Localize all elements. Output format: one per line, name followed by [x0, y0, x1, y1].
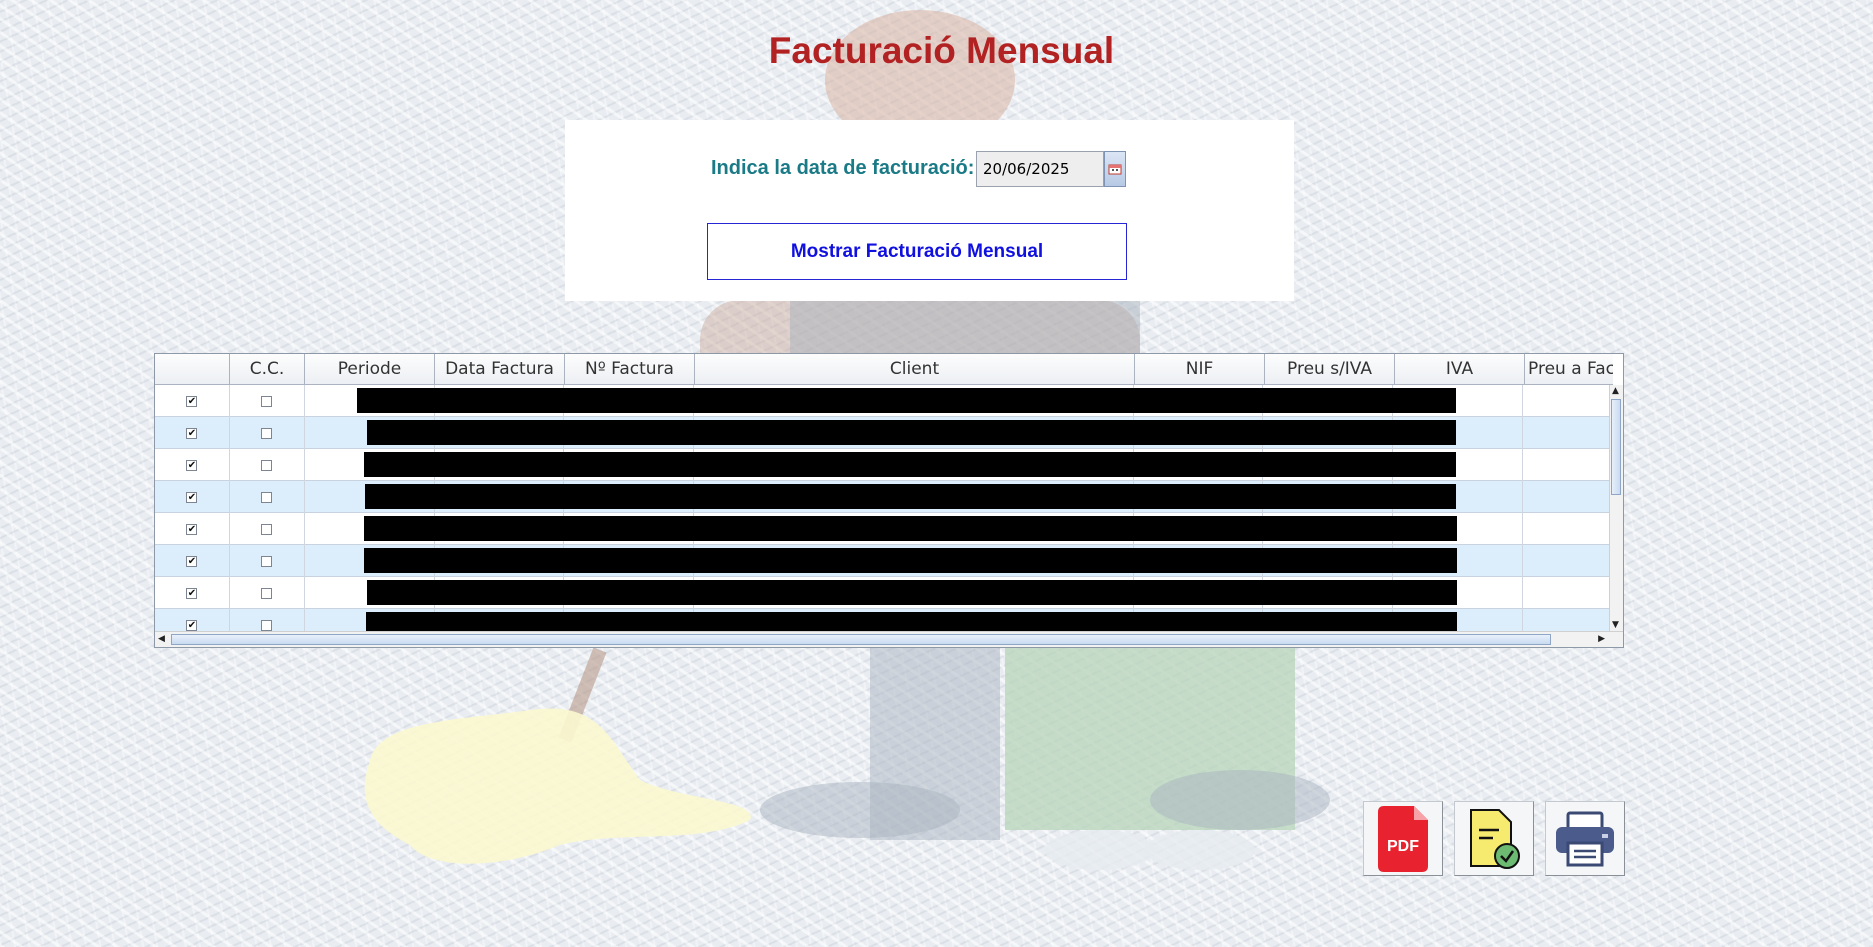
table-row[interactable]: ✔: [155, 609, 1612, 631]
cc-checkbox[interactable]: [261, 587, 273, 599]
table-row[interactable]: ✔: [155, 449, 1612, 481]
validate-invoices-button[interactable]: [1454, 801, 1534, 876]
select-checkbox[interactable]: ✔: [186, 619, 198, 631]
table-cell: [1523, 385, 1612, 417]
select-checkbox[interactable]: ✔: [186, 587, 198, 599]
billing-form-panel: Indica la data de facturació: Mostrar Fa…: [565, 120, 1294, 301]
table-body: ✔ ✔ ✔ ✔ ✔ ✔ ✔ ✔: [155, 385, 1612, 631]
redacted-content: [364, 452, 1456, 477]
cc-checkbox[interactable]: [261, 427, 273, 439]
table-cell: [1523, 609, 1612, 631]
vertical-scroll-thumb[interactable]: [1611, 399, 1621, 495]
table-cell: [1523, 481, 1612, 513]
table-row[interactable]: ✔: [155, 385, 1612, 417]
cc-checkbox[interactable]: [261, 619, 273, 631]
table-row[interactable]: ✔: [155, 545, 1612, 577]
select-cell[interactable]: ✔: [155, 385, 230, 417]
cc-checkbox[interactable]: [261, 395, 273, 407]
redacted-content: [357, 388, 1456, 413]
cc-checkbox[interactable]: [261, 459, 273, 471]
column-header-cc[interactable]: C.C.: [230, 354, 305, 385]
table-cell: [1523, 417, 1612, 449]
select-cell[interactable]: ✔: [155, 513, 230, 545]
page-title: Facturació Mensual: [768, 30, 1115, 71]
column-header-client[interactable]: Client: [695, 354, 1135, 385]
billing-date-input[interactable]: [976, 151, 1104, 187]
column-header-preu-facturar[interactable]: Preu a Fac: [1525, 354, 1613, 385]
pdf-icon: PDF: [1378, 805, 1428, 872]
select-checkbox[interactable]: ✔: [186, 427, 198, 439]
redacted-content: [365, 484, 1456, 509]
redacted-content: [367, 420, 1456, 445]
table-row[interactable]: ✔: [155, 481, 1612, 513]
table-cell: [1523, 449, 1612, 481]
horizontal-scrollbar[interactable]: ◀ ▶: [155, 631, 1623, 647]
scroll-down-icon[interactable]: ▼: [1612, 619, 1619, 631]
cc-checkbox[interactable]: [261, 555, 273, 567]
table-row[interactable]: ✔: [155, 577, 1612, 609]
print-button[interactable]: [1545, 801, 1625, 876]
cc-cell[interactable]: [230, 609, 305, 631]
table-header: C.C. Periode Data Factura Nº Factura Cli…: [155, 354, 1613, 385]
select-cell[interactable]: ✔: [155, 481, 230, 513]
cc-checkbox[interactable]: [261, 523, 273, 535]
column-header-num-factura[interactable]: Nº Factura: [565, 354, 695, 385]
table-row[interactable]: ✔: [155, 417, 1612, 449]
calendar-picker-button[interactable]: [1104, 151, 1126, 187]
select-checkbox[interactable]: ✔: [186, 523, 198, 535]
cc-checkbox[interactable]: [261, 491, 273, 503]
billing-date-label: Indica la data de facturació:: [711, 157, 975, 179]
pdf-icon-text: PDF: [1387, 838, 1419, 855]
redacted-content: [367, 580, 1457, 605]
cc-cell[interactable]: [230, 417, 305, 449]
select-checkbox[interactable]: ✔: [186, 491, 198, 503]
select-checkbox[interactable]: ✔: [186, 459, 198, 471]
billing-table: C.C. Periode Data Factura Nº Factura Cli…: [154, 353, 1624, 648]
column-header-preu-sense-iva[interactable]: Preu s/IVA: [1265, 354, 1395, 385]
table-cell: [1523, 513, 1612, 545]
column-header-data-factura[interactable]: Data Factura: [435, 354, 565, 385]
cc-cell[interactable]: [230, 385, 305, 417]
vertical-scrollbar[interactable]: ▲ ▼: [1609, 385, 1623, 631]
printer-icon: [1556, 811, 1614, 866]
scroll-right-icon[interactable]: ▶: [1598, 633, 1605, 645]
cc-cell[interactable]: [230, 577, 305, 609]
select-checkbox[interactable]: ✔: [186, 395, 198, 407]
column-header-periode[interactable]: Periode: [305, 354, 435, 385]
redacted-content: [364, 516, 1457, 541]
cc-cell[interactable]: [230, 545, 305, 577]
export-pdf-button[interactable]: PDF: [1363, 801, 1443, 876]
show-monthly-billing-button[interactable]: Mostrar Facturació Mensual: [707, 223, 1127, 280]
cc-cell[interactable]: [230, 513, 305, 545]
select-cell[interactable]: ✔: [155, 577, 230, 609]
redacted-content: [366, 612, 1457, 631]
table-cell: [1523, 577, 1612, 609]
select-cell[interactable]: ✔: [155, 545, 230, 577]
scroll-up-icon[interactable]: ▲: [1612, 385, 1619, 397]
document-check-icon: [1470, 808, 1520, 869]
column-header-iva[interactable]: IVA: [1395, 354, 1525, 385]
cc-cell[interactable]: [230, 481, 305, 513]
calendar-icon: [1108, 164, 1122, 175]
redacted-content: [364, 548, 1457, 573]
scroll-left-icon[interactable]: ◀: [158, 633, 165, 645]
table-row[interactable]: ✔: [155, 513, 1612, 545]
select-checkbox[interactable]: ✔: [186, 555, 198, 567]
select-cell[interactable]: ✔: [155, 417, 230, 449]
select-cell[interactable]: ✔: [155, 449, 230, 481]
table-cell: [1523, 545, 1612, 577]
column-header-nif[interactable]: NIF: [1135, 354, 1265, 385]
horizontal-scroll-thumb[interactable]: [171, 634, 1551, 645]
column-header-select[interactable]: [155, 354, 230, 385]
select-cell[interactable]: ✔: [155, 609, 230, 631]
cc-cell[interactable]: [230, 449, 305, 481]
